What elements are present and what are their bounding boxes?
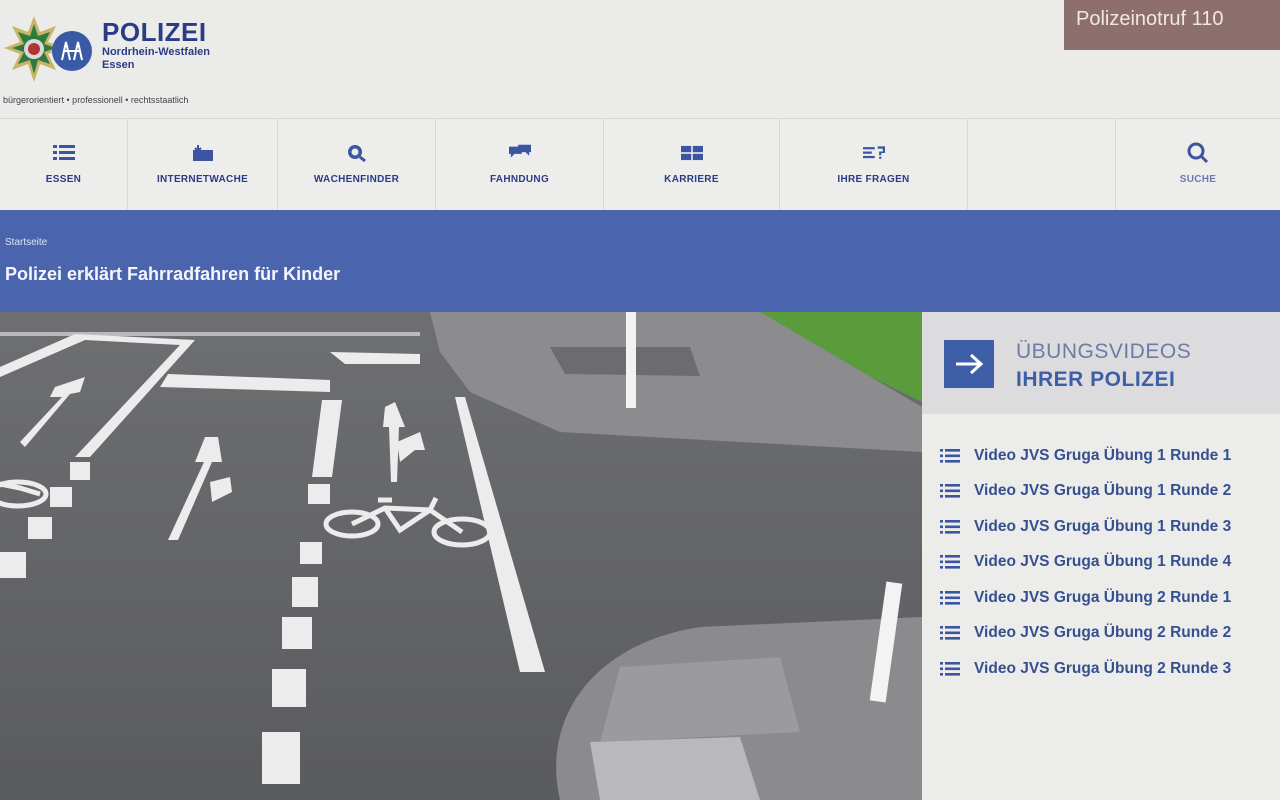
police-star-logo[interactable] <box>4 14 92 88</box>
nav-item-essen[interactable]: ESSEN <box>0 119 128 210</box>
nav-label: IHRE FRAGEN <box>837 174 910 185</box>
list-icon <box>940 519 960 534</box>
panel-heading-line1: ÜBUNGSVIDEOS <box>1016 340 1192 363</box>
list-item[interactable]: Video JVS Gruga Übung 2 Runde 3 <box>940 651 1231 687</box>
brand-state: Nordrhein-Westfalen <box>102 46 210 58</box>
list-icon <box>940 448 960 463</box>
video-link[interactable]: Video JVS Gruga Übung 1 Runde 2 <box>974 482 1231 500</box>
main-nav: ESSEN INTERNETWACHE WACHENFINDER FAHNDUN… <box>0 118 1280 210</box>
chat-icon <box>508 144 531 162</box>
emergency-call-button[interactable]: Polizeinotruf 110 <box>1064 0 1280 50</box>
video-link[interactable]: Video JVS Gruga Übung 2 Runde 1 <box>974 589 1231 607</box>
nav-item-empty <box>968 119 1116 210</box>
list-icon <box>940 590 960 605</box>
nav-label: INTERNETWACHE <box>156 174 249 185</box>
nav-item-wachenfinder[interactable]: WACHENFINDER <box>278 119 436 210</box>
faq-icon <box>862 144 885 162</box>
list-item[interactable]: Video JVS Gruga Übung 1 Runde 2 <box>940 474 1231 510</box>
practice-videos-panel: ÜBUNGSVIDEOS IHRER POLIZEI Video JVS Gru… <box>922 312 1280 800</box>
page-title: Polizei erklärt Fahrradfahren für Kinder <box>5 264 341 284</box>
video-link[interactable]: Video JVS Gruga Übung 1 Runde 1 <box>974 447 1231 465</box>
nav-label: SUCHE <box>1179 174 1217 185</box>
brand-title: POLIZEI <box>102 17 207 47</box>
video-link[interactable]: Video JVS Gruga Übung 2 Runde 3 <box>974 660 1231 678</box>
page-banner: Startseite Polizei erklärt Fahrradfahren… <box>0 210 1280 312</box>
breadcrumb-home[interactable]: Startseite <box>5 237 47 248</box>
grid-icon <box>680 144 703 162</box>
nav-item-fahndung[interactable]: FAHNDUNG <box>436 119 604 210</box>
emergency-label: Polizeinotruf 110 <box>1076 8 1224 30</box>
list-icon <box>52 144 75 162</box>
panel-heading-line2: IHRER POLIZEI <box>1016 368 1176 391</box>
nav-item-internetwache[interactable]: INTERNETWACHE <box>128 119 278 210</box>
brand-city: Essen <box>102 59 135 71</box>
nav-label: ESSEN <box>45 174 82 185</box>
list-item[interactable]: Video JVS Gruga Übung 2 Runde 1 <box>940 580 1231 616</box>
list-item[interactable]: Video JVS Gruga Übung 1 Runde 1 <box>940 438 1231 474</box>
nav-label: WACHENFINDER <box>313 174 400 185</box>
map-search-icon <box>346 144 368 162</box>
site-header: POLIZEI Nordrhein-Westfalen Essen bürger… <box>0 0 1280 120</box>
panel-heading: ÜBUNGSVIDEOS IHRER POLIZEI <box>922 312 1280 414</box>
nav-item-karriere[interactable]: KARRIERE <box>604 119 780 210</box>
nav-item-suche[interactable]: SUCHE <box>1116 119 1280 210</box>
list-icon <box>940 661 960 676</box>
list-item[interactable]: Video JVS Gruga Übung 2 Runde 2 <box>940 616 1231 652</box>
list-icon <box>940 626 960 640</box>
list-icon <box>940 484 960 498</box>
video-link[interactable]: Video JVS Gruga Übung 2 Runde 2 <box>974 624 1231 642</box>
video-link[interactable]: Video JVS Gruga Übung 1 Runde 4 <box>974 553 1231 571</box>
hero-photo-traffic-course <box>0 312 922 800</box>
video-list: Video JVS Gruga Übung 1 Runde 1 Video JV… <box>940 438 1231 687</box>
list-icon <box>940 555 960 569</box>
nav-item-ihre-fragen[interactable]: IHRE FRAGEN <box>780 119 968 210</box>
list-item[interactable]: Video JVS Gruga Übung 1 Runde 3 <box>940 509 1231 545</box>
tagline: bürgerorientiert • professionell • recht… <box>3 95 189 105</box>
nav-label: FAHNDUNG <box>489 174 550 185</box>
nav-label: KARRIERE <box>664 174 719 185</box>
arrow-right-icon <box>944 340 994 388</box>
list-item[interactable]: Video JVS Gruga Übung 1 Runde 4 <box>940 545 1231 581</box>
brand-block: POLIZEI Nordrhein-Westfalen Essen <box>102 18 210 72</box>
video-link[interactable]: Video JVS Gruga Übung 1 Runde 3 <box>974 518 1231 536</box>
inbox-icon <box>192 144 214 162</box>
search-icon <box>1187 142 1209 164</box>
